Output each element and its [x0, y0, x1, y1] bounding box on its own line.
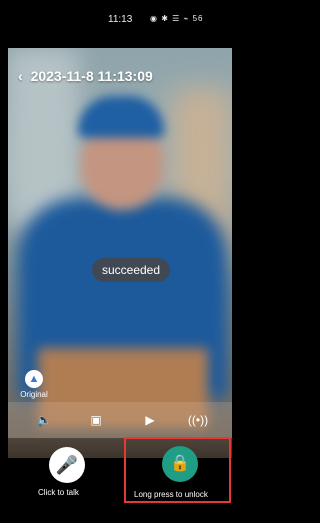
talk-button[interactable]: 🎤: [49, 447, 85, 483]
talk-label: Click to talk: [38, 488, 79, 497]
speaker-icon[interactable]: 🔈: [32, 410, 56, 430]
signal-icon[interactable]: ((•)): [186, 410, 210, 430]
gallery-icon[interactable]: ▣: [84, 410, 108, 430]
header-title: ‹ 2023-11-8 11:13:09: [18, 68, 153, 84]
original-icon: ▲: [25, 370, 43, 388]
status-icons: ◉ ✱ ☰ ⌁ 56: [150, 14, 204, 23]
back-icon[interactable]: ‹: [18, 68, 23, 84]
original-label: Original: [20, 390, 48, 399]
timestamp-label: 2023-11-8 11:13:09: [30, 68, 153, 84]
status-bar: 11:13 ◉ ✱ ☰ ⌁ 56: [0, 0, 240, 40]
status-time: 11:13: [108, 14, 133, 25]
success-toast: succeeded: [92, 258, 170, 282]
visitor-cap: [78, 96, 164, 138]
camera-icon[interactable]: ▶: [138, 410, 162, 430]
video-toolbar: 🔈 ▣ ▶ ((•)): [8, 402, 232, 438]
highlight-box: [124, 437, 231, 503]
